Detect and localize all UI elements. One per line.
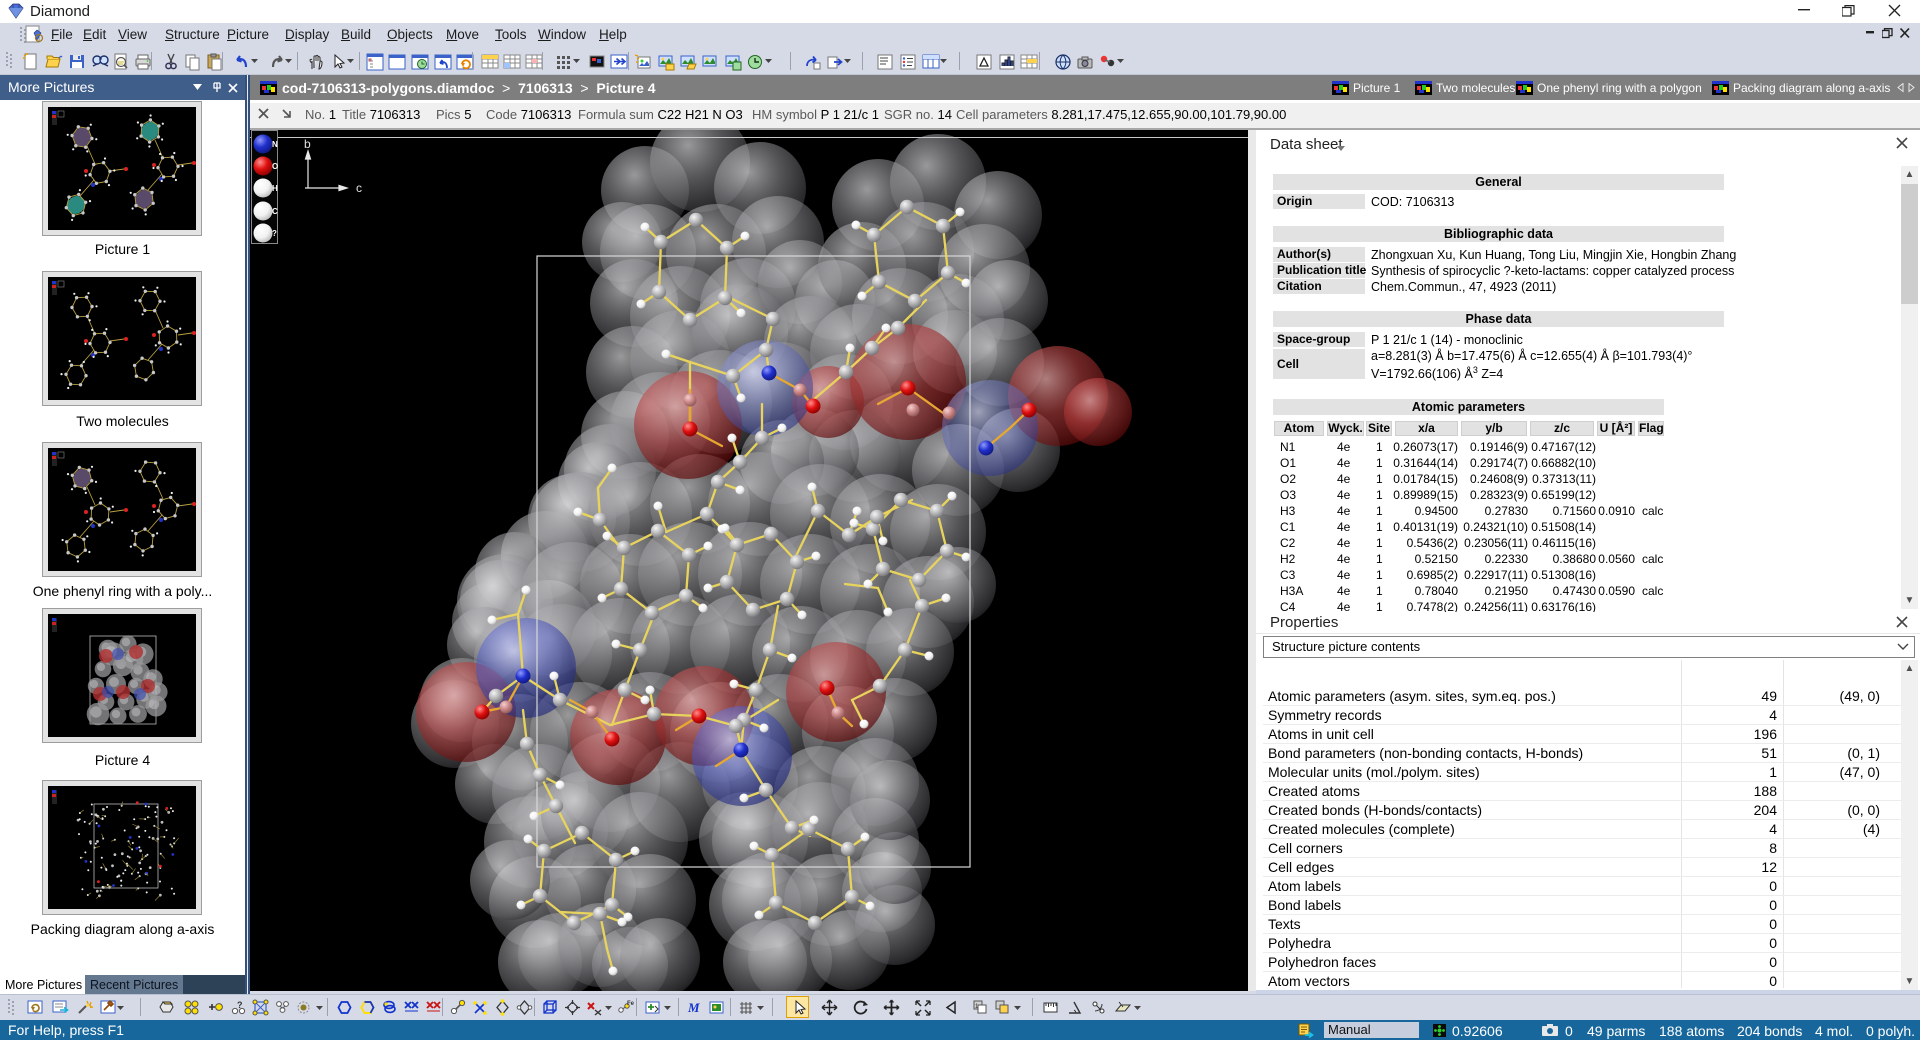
svg-text:Fe: Fe	[627, 1001, 634, 1007]
svg-text:C: C	[272, 207, 278, 216]
svg-text:M: M	[687, 1000, 700, 1015]
svg-text:?: ?	[272, 229, 277, 238]
svg-text:c: c	[356, 181, 362, 195]
svg-text:H: H	[272, 184, 278, 193]
svg-text:?: ?	[237, 1000, 243, 1010]
svg-text:b: b	[304, 137, 311, 151]
svg-text:N: N	[272, 140, 278, 149]
svg-text:O: O	[272, 162, 278, 171]
